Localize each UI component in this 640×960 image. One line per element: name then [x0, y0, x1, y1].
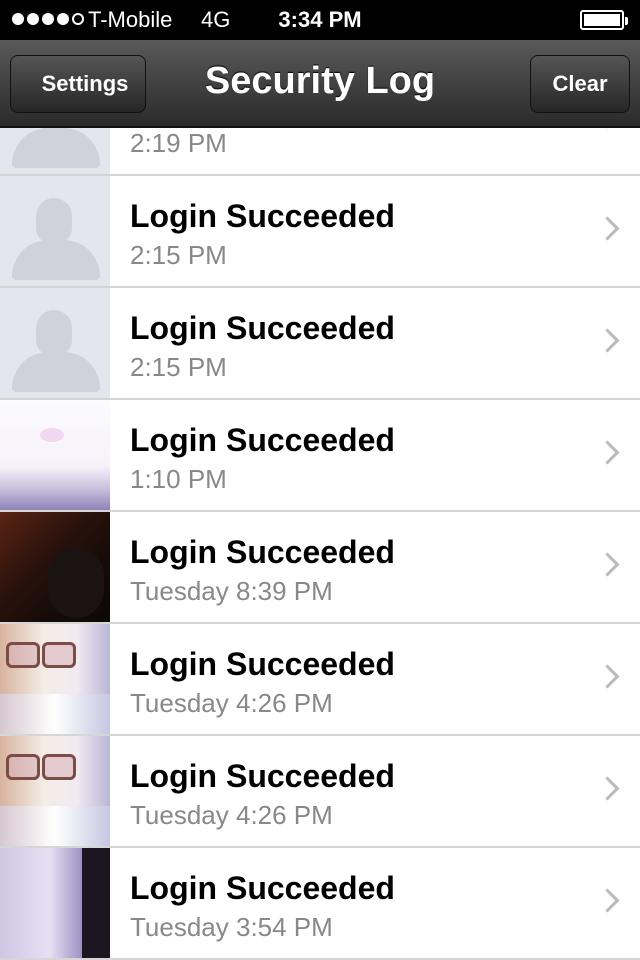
chevron-right-icon — [595, 664, 620, 689]
intruder-photo — [0, 512, 110, 622]
chevron-right-icon — [595, 216, 620, 241]
entry-time: Tuesday 8:39 PM — [130, 576, 333, 606]
intruder-photo — [0, 624, 110, 734]
clock: 3:34 PM — [278, 7, 362, 32]
list-item[interactable]: Login Succeeded Tuesday 4:26 PM — [0, 624, 640, 736]
entry-time: 2:19 PM — [130, 128, 227, 158]
entry-time: 2:15 PM — [130, 240, 227, 270]
entry-time: Tuesday 3:54 PM — [130, 912, 333, 942]
entry-title: Login Succeeded — [130, 534, 395, 570]
entry-title: Login Succeeded — [130, 758, 395, 794]
entry-time: Tuesday 4:26 PM — [130, 800, 333, 830]
security-log-list: 2:19 PM Login Succeeded 2:15 PM Login Su… — [0, 128, 640, 960]
clear-button[interactable]: Clear — [530, 55, 630, 113]
status-bar: T-Mobile 4G 3:34 PM — [0, 0, 640, 40]
chevron-right-icon — [595, 328, 620, 353]
list-item[interactable]: Login Succeeded 2:15 PM — [0, 176, 640, 288]
intruder-photo — [0, 736, 110, 846]
avatar — [0, 128, 110, 174]
chevron-right-icon — [595, 776, 620, 801]
clear-button-label: Clear — [552, 71, 608, 96]
list-item[interactable]: Login Succeeded Tuesday 3:54 PM — [0, 848, 640, 960]
list-item[interactable]: 2:19 PM — [0, 128, 640, 176]
avatar — [0, 176, 110, 286]
chevron-right-icon — [595, 552, 620, 577]
entry-title: Login Succeeded — [130, 310, 395, 346]
entry-title: Login Succeeded — [130, 198, 395, 234]
chevron-right-icon — [595, 440, 620, 465]
chevron-right-icon — [595, 888, 620, 913]
list-item[interactable]: Login Succeeded 2:15 PM — [0, 288, 640, 400]
chevron-right-icon — [595, 128, 620, 129]
intruder-photo — [0, 848, 110, 958]
entry-title: Login Succeeded — [130, 422, 395, 458]
entry-time: Tuesday 4:26 PM — [130, 688, 333, 718]
list-item[interactable]: Login Succeeded 1:10 PM — [0, 400, 640, 512]
list-item[interactable]: Login Succeeded Tuesday 8:39 PM — [0, 512, 640, 624]
battery-icon — [580, 10, 628, 30]
avatar — [0, 288, 110, 398]
entry-time: 2:15 PM — [130, 352, 227, 382]
entry-title: Login Succeeded — [130, 870, 395, 906]
list-item[interactable]: Login Succeeded Tuesday 4:26 PM — [0, 736, 640, 848]
navigation-bar: Settings Security Log Clear — [0, 40, 640, 128]
intruder-photo — [0, 400, 110, 510]
entry-title: Login Succeeded — [130, 646, 395, 682]
entry-time: 1:10 PM — [130, 464, 227, 494]
